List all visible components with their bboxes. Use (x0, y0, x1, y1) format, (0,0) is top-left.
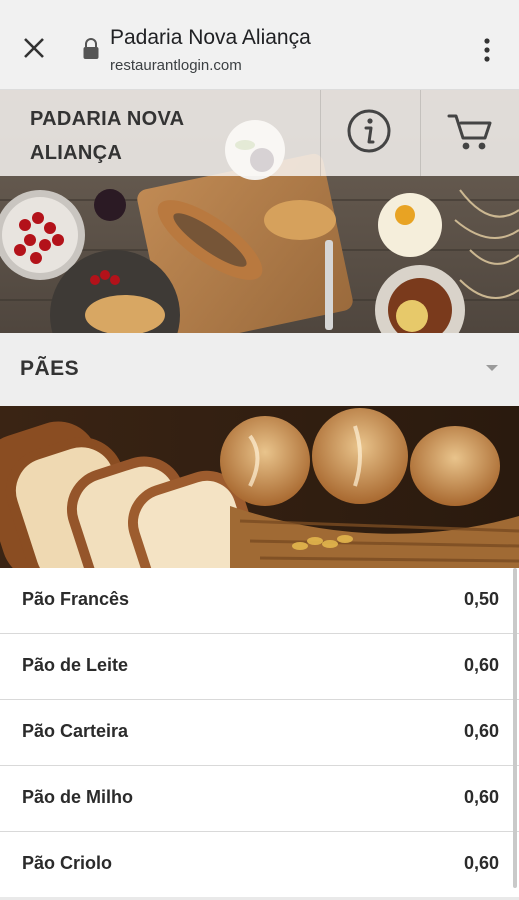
item-name: Pão de Milho (22, 787, 134, 807)
menu-item[interactable]: Pão de Leite 0,60 (0, 634, 519, 700)
page-url: restaurantlogin.com (110, 57, 242, 74)
item-name: Pão Criolo (22, 853, 113, 873)
item-price: 0,50 (463, 589, 499, 609)
header-divider (420, 90, 421, 176)
browser-toolbar: Padaria Nova Aliança restaurantlogin.com (0, 0, 519, 90)
cart-icon[interactable] (446, 110, 494, 154)
scrollbar[interactable] (513, 568, 517, 888)
menu-item[interactable]: Pão Carteira 0,60 (0, 700, 519, 766)
page-title: Padaria Nova Aliança (110, 26, 311, 49)
category-image (0, 406, 519, 568)
item-price: 0,60 (463, 787, 499, 807)
item-price: 0,60 (463, 853, 499, 873)
bread-basket-image (0, 406, 519, 568)
more-vert-icon[interactable] (478, 36, 496, 64)
item-price: 0,60 (463, 721, 499, 741)
item-name: Pão Carteira (22, 721, 129, 741)
info-icon[interactable] (346, 108, 392, 154)
category-dropdown[interactable]: PÃES (0, 333, 519, 406)
header-divider (320, 90, 321, 176)
item-name: Pão Francês (22, 589, 130, 609)
brand-header: PADARIA NOVA ALIANÇA (0, 90, 519, 176)
menu-list: Pão Francês 0,50 Pão de Leite 0,60 Pão C… (0, 568, 519, 898)
menu-item[interactable]: Pão Criolo 0,60 (0, 832, 519, 898)
category-label: PÃES (20, 357, 80, 380)
restaurant-name: PADARIA NOVA ALIANÇA (30, 108, 184, 164)
menu-item[interactable]: Pão de Milho 0,60 (0, 766, 519, 832)
menu-item[interactable]: Pão Francês 0,50 (0, 568, 519, 634)
item-price: 0,60 (463, 655, 499, 675)
close-icon[interactable] (20, 34, 48, 62)
caret-down-icon[interactable] (485, 363, 499, 373)
lock-icon (83, 38, 99, 59)
item-name: Pão de Leite (22, 655, 129, 675)
hero-banner: PADARIA NOVA ALIANÇA (0, 90, 519, 333)
